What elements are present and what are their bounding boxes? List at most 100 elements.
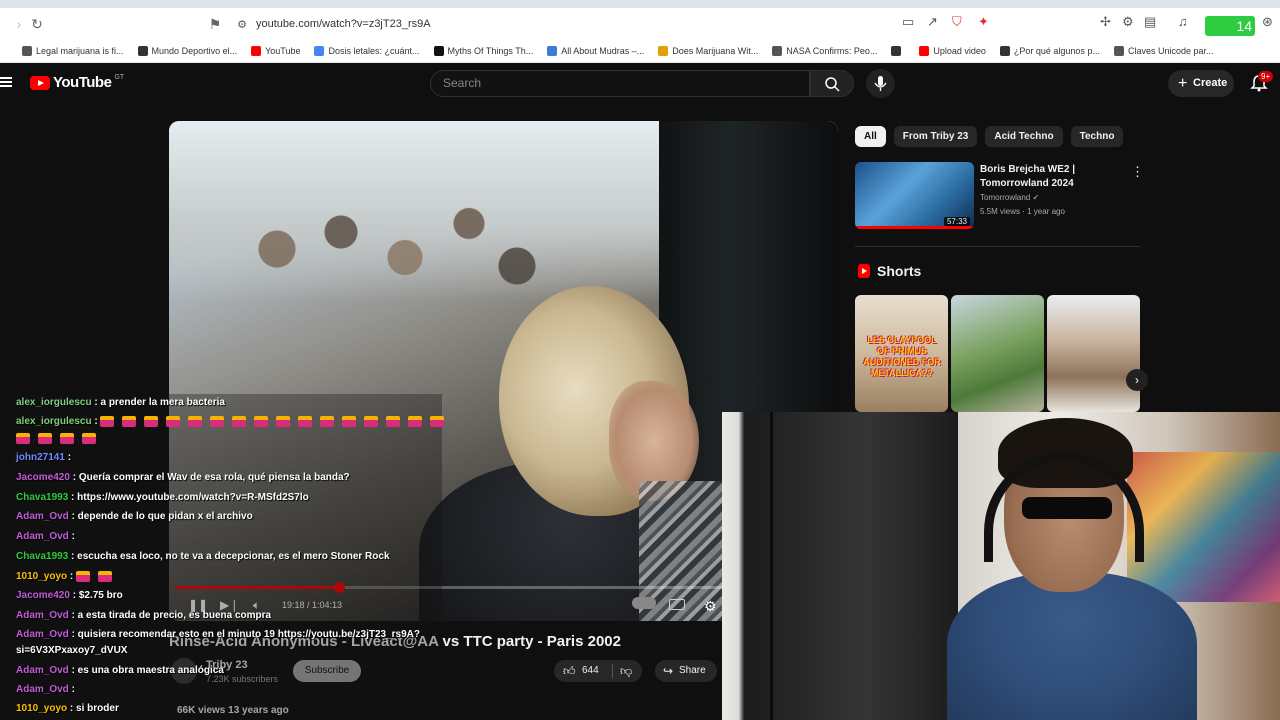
- recommended-title[interactable]: Boris Brejcha WE2 | Tomorrowland 2024: [980, 163, 1120, 191]
- bookmark-favicon-icon: [314, 46, 325, 56]
- webcam-streamer-body: [947, 572, 1197, 720]
- chat-emote-icon: [430, 416, 445, 427]
- chat-username[interactable]: Adam_Ovd: [16, 610, 69, 621]
- bookmark-item[interactable]: Dosis letales: ¿cuánt...: [314, 46, 420, 56]
- chat-message: Chava1993 : escucha esa loco, no te va a…: [16, 551, 390, 562]
- bookmark-label: ¿Por qué algunos p...: [1013, 46, 1100, 56]
- short-item[interactable]: [951, 295, 1044, 412]
- country-code: GT: [114, 74, 125, 81]
- chat-text: :: [91, 416, 101, 428]
- bookmark-favicon-icon: [999, 46, 1010, 56]
- short-item[interactable]: LES CLAYPOOL OF PRIMUS AUDITIONED FOR ME…: [855, 295, 948, 412]
- chat-message: 1010_yoyo :: [16, 571, 120, 582]
- create-label: Create: [1193, 77, 1228, 89]
- address-bar[interactable]: ⚙ youtube.com/watch?v=z3jT23_rs9A: [228, 11, 996, 37]
- short-caption: LES CLAYPOOL OF PRIMUS AUDITIONED FOR ME…: [863, 335, 941, 378]
- chat-emote-row: [16, 433, 104, 444]
- downloads-icon[interactable]: ⊛: [1262, 14, 1273, 30]
- chat-username[interactable]: john27141: [16, 452, 65, 463]
- bookmark-item[interactable]: Claves Unicode par...: [1113, 46, 1214, 56]
- bookmark-label: Mundo Deportivo el...: [151, 46, 238, 56]
- chip-from-channel[interactable]: From Triby 23: [893, 126, 978, 147]
- chat-username[interactable]: Adam_Ovd: [16, 511, 69, 522]
- chat-username[interactable]: Adam_Ovd: [16, 531, 69, 542]
- sidepanel-icon[interactable]: ▤: [1144, 14, 1156, 30]
- chat-username[interactable]: Adam_Ovd: [16, 665, 69, 676]
- chat-username[interactable]: Jacome420: [16, 590, 70, 601]
- chat-emote-icon: [254, 416, 269, 427]
- chat-username[interactable]: 1010_yoyo: [16, 703, 67, 714]
- chat-username[interactable]: Jacome420: [16, 472, 70, 483]
- chat-message: Chava1993 : https://www.youtube.com/watc…: [16, 492, 309, 503]
- chat-username[interactable]: alex_iorgulescu: [16, 397, 92, 408]
- bookmark-item[interactable]: Upload video: [919, 46, 986, 56]
- chat-username[interactable]: Chava1993: [16, 551, 68, 562]
- chip-acid-techno[interactable]: Acid Techno: [985, 126, 1063, 147]
- chat-text: : es una obra maestra analógica: [68, 665, 224, 676]
- bookmark-item[interactable]: [891, 46, 905, 56]
- extensions-icon[interactable]: ⚙: [1122, 14, 1134, 30]
- chip-all[interactable]: All: [855, 126, 886, 147]
- share-icon: ↪: [663, 664, 674, 678]
- bookmark-label: Dosis letales: ¿cuánt...: [328, 46, 420, 56]
- notifications-badge: 9+: [1258, 71, 1274, 82]
- puzzle-extension-icon[interactable]: ✢: [1100, 14, 1111, 30]
- cast-icon[interactable]: ▭: [902, 14, 914, 30]
- captions-icon[interactable]: [669, 599, 685, 610]
- bookmark-item[interactable]: YouTube: [251, 46, 300, 56]
- bookmark-item[interactable]: Myths Of Things Th...: [433, 46, 533, 56]
- chat-text: : depende de lo que pidan x el archivo: [68, 511, 253, 522]
- chip-techno[interactable]: Techno: [1070, 126, 1124, 147]
- short-item[interactable]: [1047, 295, 1140, 412]
- chat-text: :: [68, 684, 75, 695]
- chat-emote-icon: [210, 416, 225, 427]
- chat-message: Adam_Ovd : a esta tirada de precio, es b…: [16, 610, 271, 621]
- profile-avatar[interactable]: 14: [1205, 16, 1255, 36]
- shield-extension-icon[interactable]: ⛉: [952, 14, 962, 30]
- bookmark-star-icon[interactable]: ⚑: [204, 16, 226, 33]
- bookmark-item[interactable]: Mundo Deportivo el...: [137, 46, 238, 56]
- bookmark-label: Upload video: [933, 46, 986, 56]
- settings-gear-icon[interactable]: ⚙: [704, 598, 717, 614]
- bookmark-item[interactable]: All About Mudras –...: [547, 46, 644, 56]
- chat-username[interactable]: 1010_yoyo: [16, 571, 67, 582]
- bookmark-item[interactable]: Legal marijuana is fi...: [22, 46, 124, 56]
- bookmark-favicon-icon: [22, 46, 32, 56]
- webcam-door: [770, 412, 958, 720]
- autoplay-toggle[interactable]: [632, 597, 656, 609]
- search-input[interactable]: Search: [430, 70, 810, 97]
- chat-username[interactable]: alex_iorgulescu: [16, 416, 92, 427]
- like-count[interactable]: 644: [582, 660, 599, 682]
- chat-username[interactable]: Adam_Ovd: [16, 629, 69, 640]
- create-button[interactable]: + Create: [1168, 70, 1234, 97]
- chat-text: : a esta tirada de precio, es buena comp…: [68, 610, 272, 621]
- shorts-next-arrow-icon[interactable]: ›: [1126, 369, 1148, 391]
- chat-emote-icon: [408, 416, 423, 427]
- verified-icon: ✔: [1032, 193, 1040, 202]
- bookmark-item[interactable]: ¿Por qué algunos p...: [999, 46, 1100, 56]
- search-icon: [825, 77, 840, 92]
- menu-icon[interactable]: [0, 77, 12, 87]
- extension-icon[interactable]: ✦: [978, 14, 989, 30]
- voice-search-button[interactable]: [866, 69, 895, 98]
- youtube-logo[interactable]: YouTube GT: [30, 74, 124, 91]
- chat-username[interactable]: Chava1993: [16, 492, 68, 503]
- bookmark-item[interactable]: NASA Confirms: Peo...: [772, 46, 877, 56]
- chat-message: Adam_Ovd :: [16, 684, 75, 695]
- chat-username[interactable]: Adam_Ovd: [16, 684, 69, 695]
- chat-emote-icon: [298, 416, 313, 427]
- site-info-icon[interactable]: ⚙: [228, 18, 256, 31]
- thumbs-down-icon[interactable]: 👎︎: [620, 660, 632, 682]
- recommended-channel[interactable]: Tomorrowland ✔: [980, 193, 1039, 202]
- search-button[interactable]: [810, 70, 854, 97]
- music-icon[interactable]: ♫: [1178, 14, 1188, 29]
- chat-text: : escucha esa loco, no te va a decepcion…: [68, 551, 390, 562]
- share-page-icon[interactable]: ↗: [927, 14, 938, 30]
- share-button[interactable]: ↪ Share: [655, 660, 717, 682]
- more-options-icon[interactable]: ⋮: [1131, 164, 1144, 180]
- recommended-thumbnail[interactable]: 57:33: [855, 162, 974, 229]
- reload-icon[interactable]: ↻: [26, 16, 48, 33]
- thumbs-up-icon[interactable]: 👍︎: [563, 660, 576, 682]
- chat-message: Jacome420 : $2.75 bro: [16, 590, 123, 601]
- bookmark-item[interactable]: Does Marijuana Wit...: [658, 46, 758, 56]
